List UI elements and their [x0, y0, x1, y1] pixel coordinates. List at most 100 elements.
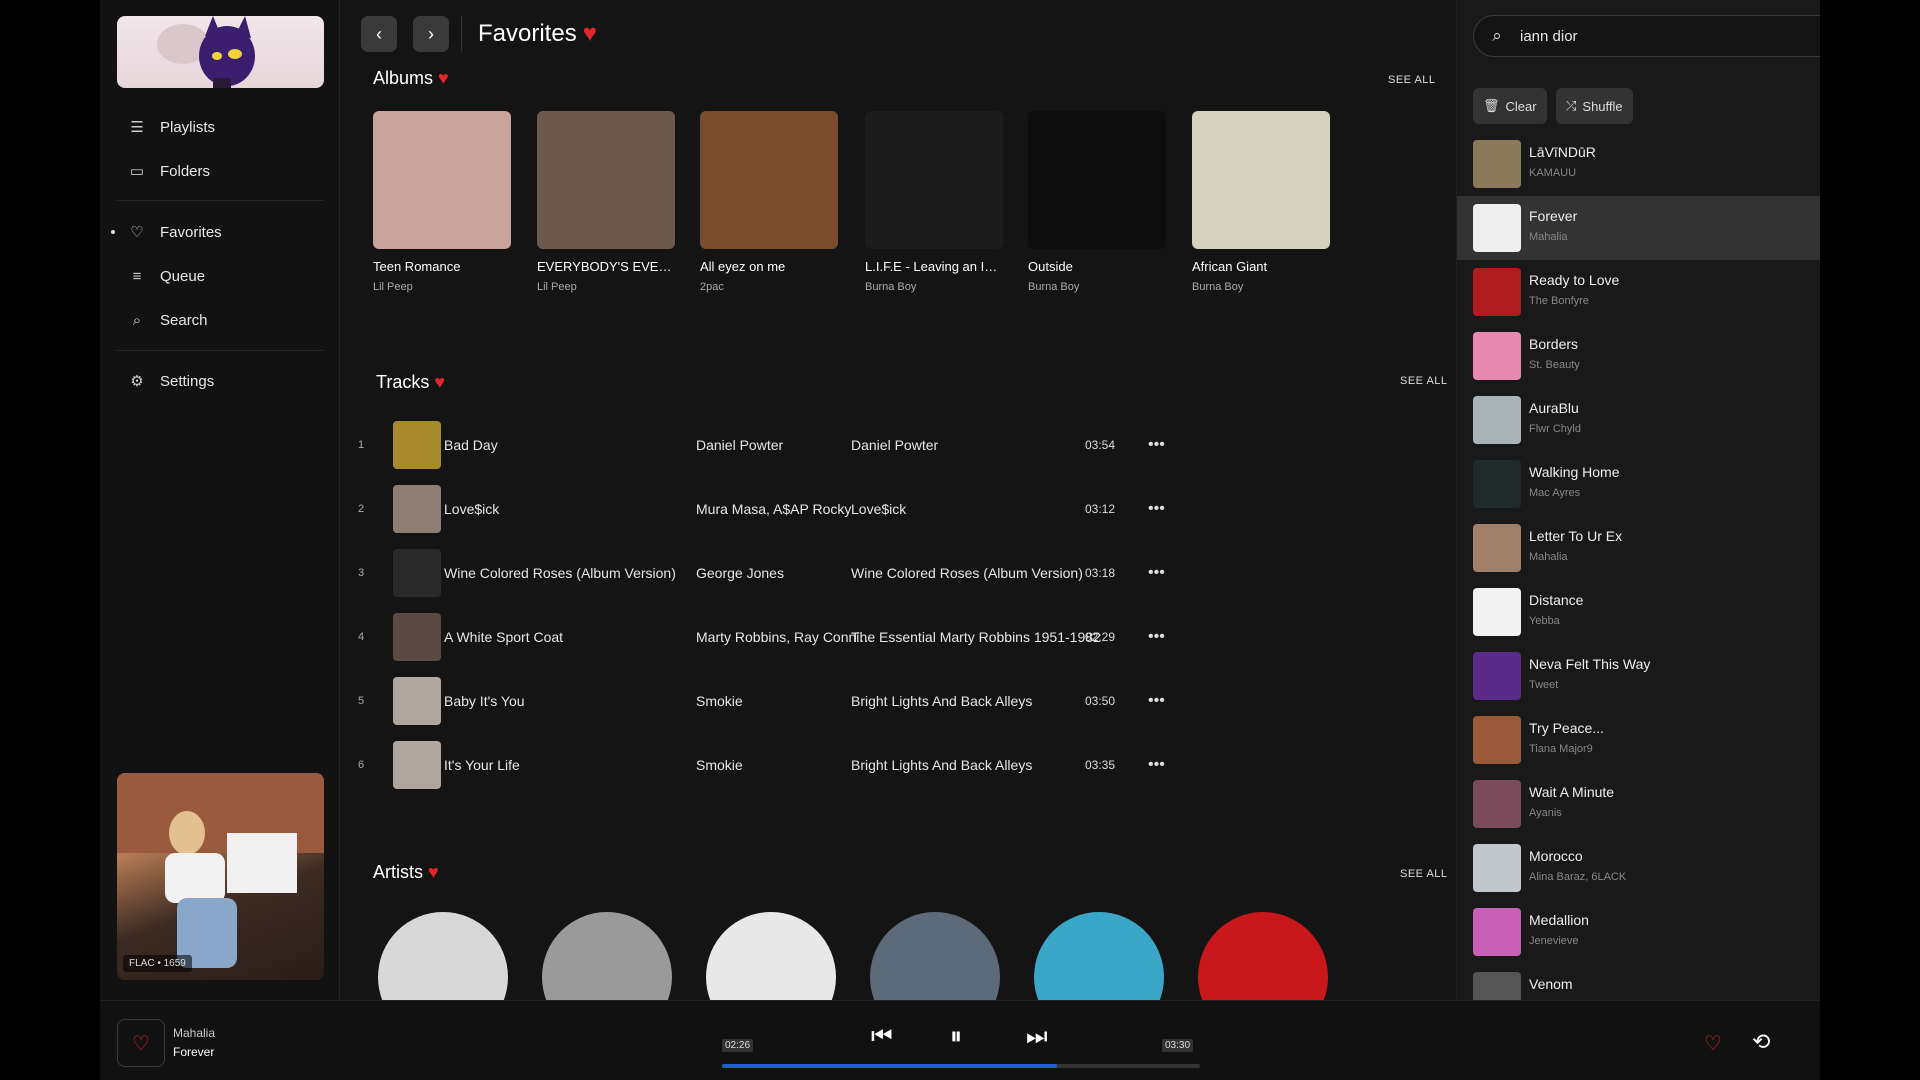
track-row[interactable]: 4 A White Sport Coat Marty Robbins, Ray Co…: [358, 609, 1438, 665]
queue-item[interactable]: Forever Mahalia: [1457, 196, 1820, 260]
divider: [461, 16, 462, 52]
track-artist[interactable]: Marty Robbins, Ray Conniff and His Orche…: [696, 629, 876, 645]
album-cover: [700, 111, 838, 249]
track-artist[interactable]: Smokie: [696, 693, 876, 709]
queue-item-title: Distance: [1529, 592, 1584, 608]
album-cover: [865, 111, 1003, 249]
track-duration: 03:12: [1085, 502, 1116, 516]
shuffle-icon: ⤮: [1566, 98, 1577, 113]
track-title: Bad Day: [444, 437, 498, 453]
album-card[interactable]: EVERYBODY'S EVERYTHING Lil Peep: [537, 111, 675, 293]
artists-see-all-button[interactable]: SEE ALL: [1400, 868, 1448, 880]
queue-item-title: Wait A Minute: [1529, 784, 1615, 800]
track-album[interactable]: Daniel Powter: [851, 437, 1111, 453]
track-artist[interactable]: George Jones: [696, 565, 876, 581]
track-row[interactable]: 5 Baby It's You Smokie Bright Lights And Ba…: [358, 673, 1438, 729]
queue-item-artwork: [1473, 588, 1521, 636]
track-album[interactable]: Bright Lights And Back Alleys: [851, 757, 1111, 773]
queue-item-title: LāVīNDūR: [1529, 144, 1596, 160]
queue-item[interactable]: Walking Home Mac Ayres: [1457, 452, 1820, 516]
track-row[interactable]: 6 It's Your Life Smokie Bright Lights And B…: [358, 737, 1438, 793]
top-bar: ‹ › Favorites ♥: [361, 16, 597, 52]
queue-item-artist: Mahalia: [1529, 551, 1568, 563]
shuffle-button[interactable]: ⤮ Shuffle: [1556, 88, 1633, 124]
section-title-text: Albums: [373, 68, 434, 88]
queue-item[interactable]: Morocco Alina Baraz, 6LACK: [1457, 836, 1820, 900]
sidebar-item-search[interactable]: ⌕ Search: [128, 308, 208, 332]
artist-avatar[interactable]: [542, 912, 672, 1000]
queue-item[interactable]: Try Peace... Tiana Major9: [1457, 708, 1820, 772]
track-album[interactable]: Bright Lights And Back Alleys: [851, 693, 1111, 709]
search-input[interactable]: [1520, 27, 1820, 45]
app-logo: [117, 16, 324, 88]
track-row[interactable]: 3 Wine Colored Roses (Album Version) Georg…: [358, 545, 1438, 601]
sidebar-item-folders[interactable]: ▭ Folders: [128, 159, 210, 183]
previous-button[interactable]: ⏮: [871, 1023, 893, 1051]
queue-item[interactable]: Neva Felt This Way Tweet: [1457, 644, 1820, 708]
forward-button[interactable]: ›: [413, 16, 449, 52]
queue-item[interactable]: Medallion Jenevieve: [1457, 900, 1820, 964]
album-card[interactable]: Outside Burna Boy: [1028, 111, 1166, 293]
back-button[interactable]: ‹: [361, 16, 397, 52]
sidebar-item-favorites[interactable]: ♡ Favorites: [128, 220, 221, 244]
section-title-text: Tracks: [376, 372, 430, 392]
queue-item-artwork: [1473, 780, 1521, 828]
track-artist[interactable]: Mura Masa, A$AP Rocky: [696, 501, 876, 517]
sidebar-item-queue[interactable]: ≡ Queue: [128, 264, 205, 288]
queue-item[interactable]: Ready to Love The Bonfyre: [1457, 260, 1820, 324]
heart-icon: ♡: [1704, 1033, 1722, 1055]
queue-item[interactable]: Distance Yebba: [1457, 580, 1820, 644]
artist-avatar[interactable]: [1198, 912, 1328, 1000]
track-album[interactable]: The Essential Marty Robbins 1951-1982: [851, 629, 1111, 645]
track-artist[interactable]: Daniel Powter: [696, 437, 876, 453]
more-options-icon[interactable]: •••: [1148, 436, 1165, 454]
more-options-icon[interactable]: •••: [1148, 756, 1165, 774]
album-artist: Burna Boy: [1028, 281, 1080, 293]
track-row[interactable]: 2 Love$ick Mura Masa, A$AP Rocky Love$ick 03…: [358, 481, 1438, 537]
queue-item[interactable]: LāVīNDūR KAMAUU: [1457, 132, 1820, 196]
tracks-see-all-button[interactable]: SEE ALL: [1400, 375, 1448, 387]
sidebar-item-playlists[interactable]: ☰ Playlists: [128, 115, 215, 139]
next-button[interactable]: ⏭: [1026, 1023, 1048, 1051]
track-album[interactable]: Love$ick: [851, 501, 1111, 517]
album-card[interactable]: African Giant Burna Boy: [1192, 111, 1330, 293]
track-artwork: [393, 677, 441, 725]
track-number: 5: [358, 695, 365, 707]
favorite-toggle-button[interactable]: ♡: [117, 1019, 165, 1067]
queue-item-artwork: [1473, 460, 1521, 508]
heart-icon: ♡: [132, 1032, 150, 1055]
queue-item[interactable]: AuraBlu Flwr Chyld: [1457, 388, 1820, 452]
more-options-icon[interactable]: •••: [1148, 500, 1165, 518]
queue-item-title: Letter To Ur Ex: [1529, 528, 1623, 544]
more-options-icon[interactable]: •••: [1148, 628, 1165, 646]
progress-bar[interactable]: [722, 1064, 1200, 1068]
heart-icon: ♡: [130, 224, 144, 241]
artist-avatar[interactable]: [870, 912, 1000, 1000]
queue-item[interactable]: Wait A Minute Ayanis: [1457, 772, 1820, 836]
album-card[interactable]: Teen Romance Lil Peep: [373, 111, 511, 293]
track-artist[interactable]: Smokie: [696, 757, 876, 773]
artist-avatar[interactable]: [1034, 912, 1164, 1000]
track-artwork: [393, 741, 441, 789]
clear-button[interactable]: 🗑 Clear: [1473, 88, 1547, 124]
artist-avatar[interactable]: [378, 912, 508, 1000]
more-options-icon[interactable]: •••: [1148, 564, 1165, 582]
album-card[interactable]: All eyez on me 2pac: [700, 111, 838, 293]
repeat-button[interactable]: ⟲: [1752, 1029, 1770, 1055]
player-bar: ♡ Mahalia Forever 02:26 ⏮ ⏸ ⏭ 03:30 ♡ ⟲: [100, 1000, 1820, 1080]
pause-button[interactable]: ⏸: [950, 1023, 962, 1051]
track-row[interactable]: 1 Bad Day Daniel Powter Daniel Powter 03:54 •…: [358, 417, 1438, 473]
shuffle-label: Shuffle: [1582, 98, 1623, 114]
queue-item[interactable]: Borders St. Beauty: [1457, 324, 1820, 388]
sidebar-item-settings[interactable]: ⚙ Settings: [128, 369, 214, 393]
track-artwork: [393, 421, 441, 469]
queue-item[interactable]: Venom: [1457, 964, 1820, 1000]
track-album[interactable]: Wine Colored Roses (Album Version): [851, 565, 1111, 581]
artist-avatar[interactable]: [706, 912, 836, 1000]
now-playing-artwork[interactable]: FLAC • 1659: [117, 773, 324, 980]
favorite-button[interactable]: ♡: [1704, 1031, 1722, 1056]
more-options-icon[interactable]: •••: [1148, 692, 1165, 710]
albums-see-all-button[interactable]: SEE ALL: [1388, 74, 1436, 86]
album-card[interactable]: L.I.F.E - Leaving an Impact For Eternity…: [865, 111, 1003, 293]
queue-item[interactable]: Letter To Ur Ex Mahalia: [1457, 516, 1820, 580]
